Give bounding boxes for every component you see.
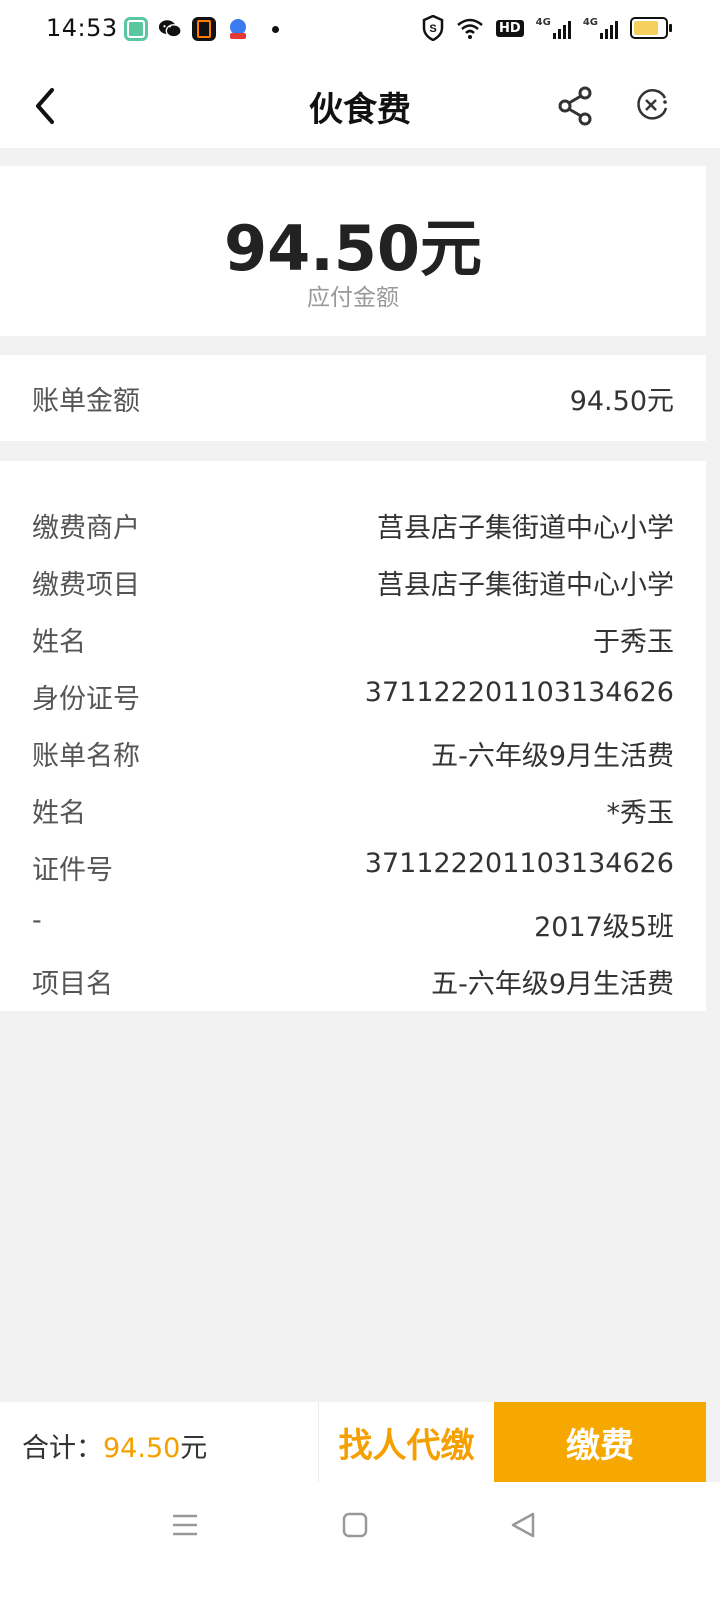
detail-value: 莒县店子集街道中心小学 bbox=[377, 513, 674, 544]
detail-label: 项目名 bbox=[32, 969, 113, 1000]
detail-value: 2017级5班 bbox=[534, 912, 674, 943]
amount-summary: 94.50元 应付金额 bbox=[0, 166, 706, 336]
signal-4g-icon: 4G bbox=[536, 17, 571, 39]
detail-label: 账单名称 bbox=[32, 741, 140, 772]
close-circle-icon bbox=[637, 89, 668, 120]
battery-icon bbox=[630, 17, 672, 39]
detail-value: 五-六年级9月生活费 bbox=[431, 741, 674, 772]
bottom-action-bar: 合计：94.50元 找人代缴 缴费 bbox=[0, 1402, 706, 1482]
bill-amount-value: 94.50元 bbox=[569, 386, 674, 417]
amount-due-value: 94.50元 bbox=[223, 212, 483, 285]
detail-row: 证件号 371122201103134626 bbox=[0, 836, 706, 893]
home-button[interactable] bbox=[340, 1510, 370, 1544]
wechat-icon bbox=[158, 17, 182, 41]
system-nav-bar bbox=[0, 1482, 720, 1600]
detail-value: 于秀玉 bbox=[593, 627, 674, 658]
detail-value: 371122201103134626 bbox=[364, 677, 674, 708]
detail-row: 姓名 于秀玉 bbox=[0, 608, 706, 665]
bill-amount-row: 账单金额 94.50元 bbox=[0, 355, 706, 441]
home-square-icon bbox=[342, 1512, 368, 1538]
nav-bar: 伙食费 bbox=[0, 64, 720, 148]
wifi-icon bbox=[457, 18, 483, 39]
total-text: 合计：94.50元 bbox=[22, 1426, 207, 1465]
share-button[interactable] bbox=[556, 84, 596, 128]
detail-label: - bbox=[32, 905, 42, 936]
detail-row: 账单名称 五-六年级9月生活费 bbox=[0, 722, 706, 779]
detail-label: 证件号 bbox=[32, 855, 113, 886]
detail-row: 身份证号 371122201103134626 bbox=[0, 665, 706, 722]
detail-row: 项目名 五-六年级9月生活费 bbox=[0, 950, 706, 1007]
pay-button[interactable]: 缴费 bbox=[494, 1402, 706, 1482]
system-back-button[interactable] bbox=[508, 1510, 538, 1544]
detail-label: 身份证号 bbox=[32, 684, 140, 715]
status-time: 14:53 bbox=[46, 14, 118, 42]
total-unit: 元 bbox=[180, 1433, 208, 1464]
detail-row: - 2017级5班 bbox=[0, 893, 706, 950]
page-title: 伙食费 bbox=[309, 90, 411, 130]
app-green-icon bbox=[124, 17, 148, 41]
detail-label: 缴费商户 bbox=[32, 513, 140, 544]
amount-due-label: 应付金额 bbox=[307, 285, 399, 311]
detail-value: *秀玉 bbox=[606, 798, 675, 829]
detail-value: 五-六年级9月生活费 bbox=[431, 969, 674, 1000]
notification-icons bbox=[124, 17, 279, 41]
close-mini-program-button[interactable] bbox=[632, 84, 672, 128]
baidu-maps-icon bbox=[226, 17, 250, 41]
detail-row: 缴费商户 莒县店子集街道中心小学 bbox=[0, 494, 706, 551]
total-area: 合计：94.50元 bbox=[0, 1402, 319, 1482]
detail-row: 姓名 *秀玉 bbox=[0, 779, 706, 836]
shield-icon: S bbox=[422, 15, 444, 41]
app-orange-icon bbox=[192, 17, 216, 41]
detail-value: 莒县店子集街道中心小学 bbox=[377, 570, 674, 601]
bill-details: 缴费商户 莒县店子集街道中心小学 缴费项目 莒县店子集街道中心小学 姓名 于秀玉… bbox=[0, 461, 706, 1011]
menu-icon bbox=[173, 1514, 197, 1536]
share-icon bbox=[558, 86, 592, 126]
bill-amount-label: 账单金额 bbox=[32, 386, 140, 417]
svg-text:S: S bbox=[429, 23, 436, 35]
recent-apps-button[interactable] bbox=[170, 1510, 200, 1544]
dot-icon bbox=[272, 25, 279, 33]
status-bar: 14:53 S HD 4G 4G bbox=[0, 0, 720, 64]
system-icons: S HD 4G 4G bbox=[422, 15, 672, 41]
detail-row: 缴费项目 莒县店子集街道中心小学 bbox=[0, 551, 706, 608]
detail-label: 缴费项目 bbox=[32, 570, 140, 601]
detail-label: 姓名 bbox=[32, 798, 86, 829]
detail-label: 姓名 bbox=[32, 627, 86, 658]
total-label: 合计： bbox=[22, 1433, 103, 1464]
detail-value: 371122201103134626 bbox=[364, 848, 674, 879]
total-amount: 94.50 bbox=[103, 1433, 181, 1464]
proxy-pay-button[interactable]: 找人代缴 bbox=[319, 1402, 494, 1482]
back-triangle-icon bbox=[511, 1512, 535, 1538]
signal-4g-icon: 4G bbox=[583, 17, 618, 39]
hd-icon: HD bbox=[495, 19, 524, 37]
